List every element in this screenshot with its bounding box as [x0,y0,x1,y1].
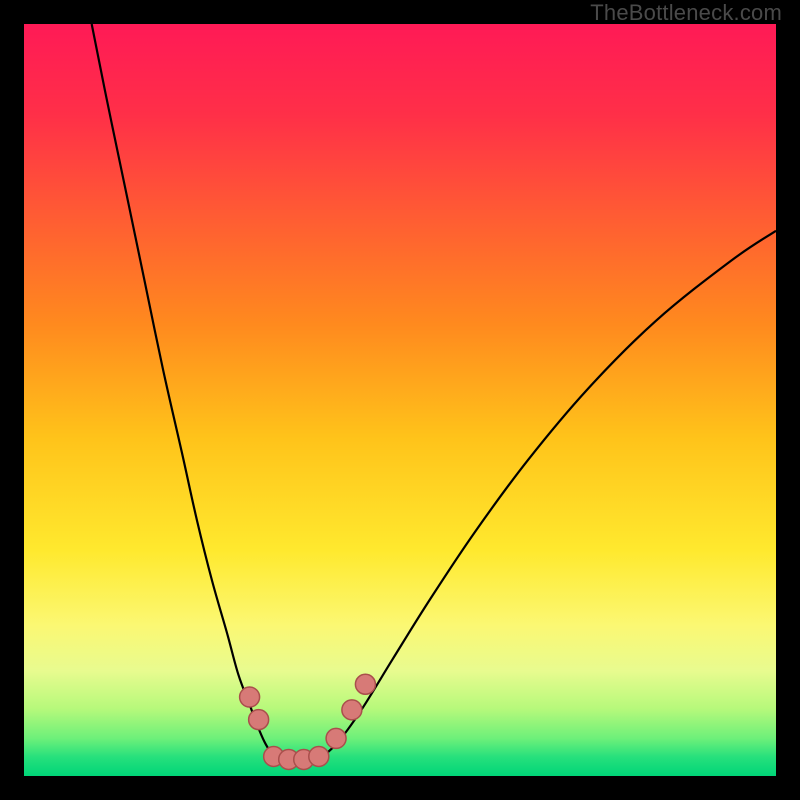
series-left-curve [92,24,272,755]
right-mid-marker [342,700,362,720]
series-right-curve [325,231,776,755]
left-top-marker [240,687,260,707]
watermark-text: TheBottleneck.com [590,0,782,26]
left-mid-marker [249,710,269,730]
plot-area [24,24,776,776]
bottleneck-chart: TheBottleneck.com [0,0,800,800]
floor-d-marker [309,746,329,766]
right-low-marker [326,728,346,748]
right-high-marker [355,674,375,694]
curve-layer [24,24,776,776]
